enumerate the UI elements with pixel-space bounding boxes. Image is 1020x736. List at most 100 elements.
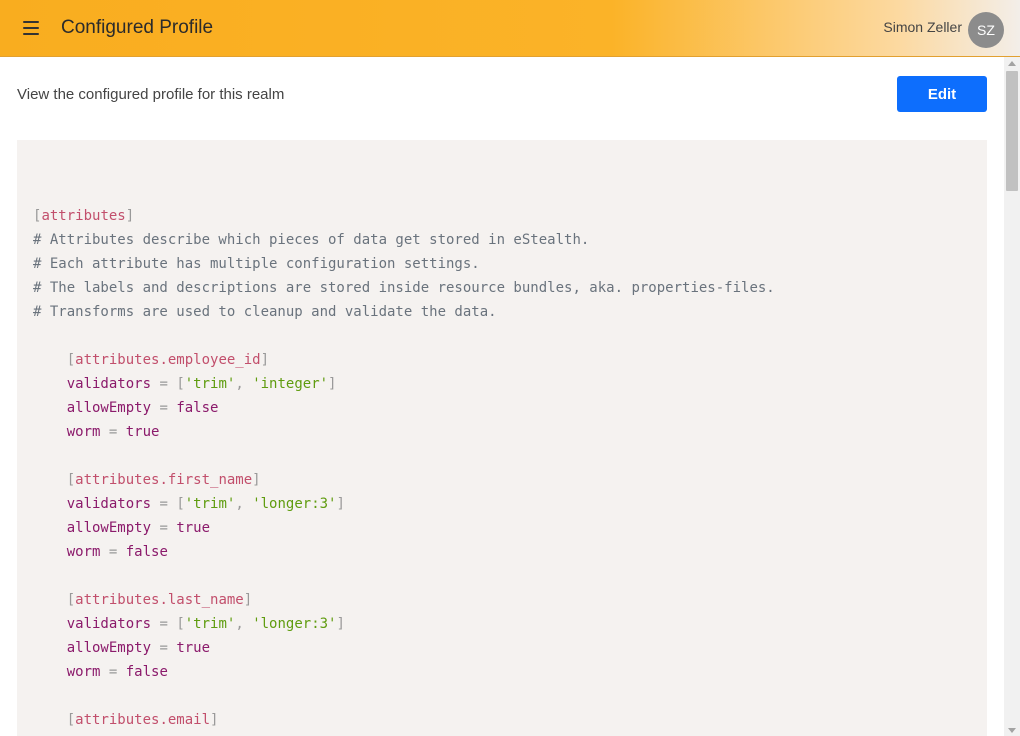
code-token: , — [235, 496, 253, 512]
user-name[interactable]: Simon Zeller — [883, 19, 962, 35]
code-token: true — [176, 520, 211, 536]
code-token: # Transforms are used to cleanup and val… — [33, 304, 497, 320]
code-token: # Attributes describe which pieces of da… — [33, 232, 590, 248]
code-token: = — [151, 400, 177, 416]
code-token: true — [125, 424, 160, 440]
code-token: = — [151, 616, 177, 632]
code-token: 'trim' — [184, 496, 236, 512]
code-token: [ — [66, 712, 76, 728]
code-token: ] — [252, 472, 261, 488]
code-line: worm = false — [33, 660, 775, 684]
code-token: = — [100, 664, 126, 680]
code-token: [ — [176, 376, 185, 392]
code-token: = — [100, 424, 126, 440]
code-token: false — [125, 664, 168, 680]
code-line: [attributes.employee_id] — [33, 348, 775, 372]
code-token: ] — [210, 712, 219, 728]
scroll-down-icon[interactable] — [1008, 728, 1016, 733]
code-token: worm — [66, 544, 101, 560]
code-line: [attributes.last_name] — [33, 588, 775, 612]
code-token: attributes.email — [75, 712, 211, 728]
code-token: ] — [336, 496, 345, 512]
code-token: = — [100, 544, 126, 560]
code-viewer: [attributes] # Attributes describe which … — [17, 140, 987, 736]
code-line: # Each attribute has multiple configurat… — [33, 252, 775, 276]
code-token: ] — [125, 208, 135, 224]
scroll-up-icon[interactable] — [1008, 61, 1016, 66]
code-token: ] — [328, 376, 337, 392]
code-line: [attributes] — [33, 204, 775, 228]
scrollbar[interactable] — [1004, 57, 1020, 736]
edit-button[interactable]: Edit — [897, 76, 987, 112]
profile-config-code: [attributes] # Attributes describe which … — [33, 180, 775, 736]
code-line: validators = ['trim', 'lowercase', 'emai… — [33, 732, 775, 736]
code-line: validators = ['trim', 'longer:3'] — [33, 612, 775, 636]
code-token: attributes.last_name — [75, 592, 244, 608]
code-token: false — [125, 544, 168, 560]
code-token: , — [235, 616, 253, 632]
code-token: ] — [260, 352, 270, 368]
code-token: ] — [336, 616, 345, 632]
code-token: 'integer' — [252, 376, 329, 392]
page-title: Configured Profile — [61, 17, 214, 38]
code-line: # Attributes describe which pieces of da… — [33, 228, 775, 252]
code-token: [ — [66, 472, 76, 488]
code-token: = — [151, 376, 177, 392]
hamburger-icon[interactable] — [20, 17, 42, 39]
code-token: allowEmpty — [66, 640, 152, 656]
code-token: = — [151, 640, 177, 656]
code-token: [ — [66, 592, 76, 608]
code-token: 'trim' — [184, 376, 236, 392]
code-line: # The labels and descriptions are stored… — [33, 276, 775, 300]
code-token: 'longer:3' — [252, 616, 337, 632]
code-token: # The labels and descriptions are stored… — [33, 280, 775, 296]
code-token: true — [176, 640, 211, 656]
code-token: attributes.employee_id — [75, 352, 261, 368]
code-token: worm — [66, 664, 101, 680]
page-subtitle: View the configured profile for this rea… — [17, 86, 285, 103]
code-line: worm = false — [33, 540, 775, 564]
code-line: allowEmpty = false — [33, 396, 775, 420]
code-line: allowEmpty = true — [33, 516, 775, 540]
code-line: worm = true — [33, 420, 775, 444]
code-token: attributes.first_name — [75, 472, 253, 488]
code-token: validators — [66, 496, 152, 512]
code-token: # Each attribute has multiple configurat… — [33, 256, 480, 272]
code-token: [ — [66, 352, 76, 368]
code-token: [ — [176, 496, 185, 512]
code-token: validators — [66, 616, 152, 632]
scrollbar-thumb[interactable] — [1006, 71, 1018, 191]
code-token: = — [151, 496, 177, 512]
code-line: validators = ['trim', 'longer:3'] — [33, 492, 775, 516]
code-line: [attributes.email] — [33, 708, 775, 732]
code-token: worm — [66, 424, 101, 440]
code-token: , — [235, 376, 253, 392]
main-content: View the configured profile for this rea… — [1, 57, 1004, 736]
avatar[interactable]: SZ — [968, 12, 1004, 48]
code-line: allowEmpty = true — [33, 636, 775, 660]
code-token: validators — [66, 376, 152, 392]
code-token: = — [151, 520, 177, 536]
code-token: attributes — [41, 208, 126, 224]
code-token: ] — [243, 592, 253, 608]
code-token: 'longer:3' — [252, 496, 337, 512]
code-line: [attributes.first_name] — [33, 468, 775, 492]
code-token: [ — [176, 616, 185, 632]
code-token: allowEmpty — [66, 400, 152, 416]
